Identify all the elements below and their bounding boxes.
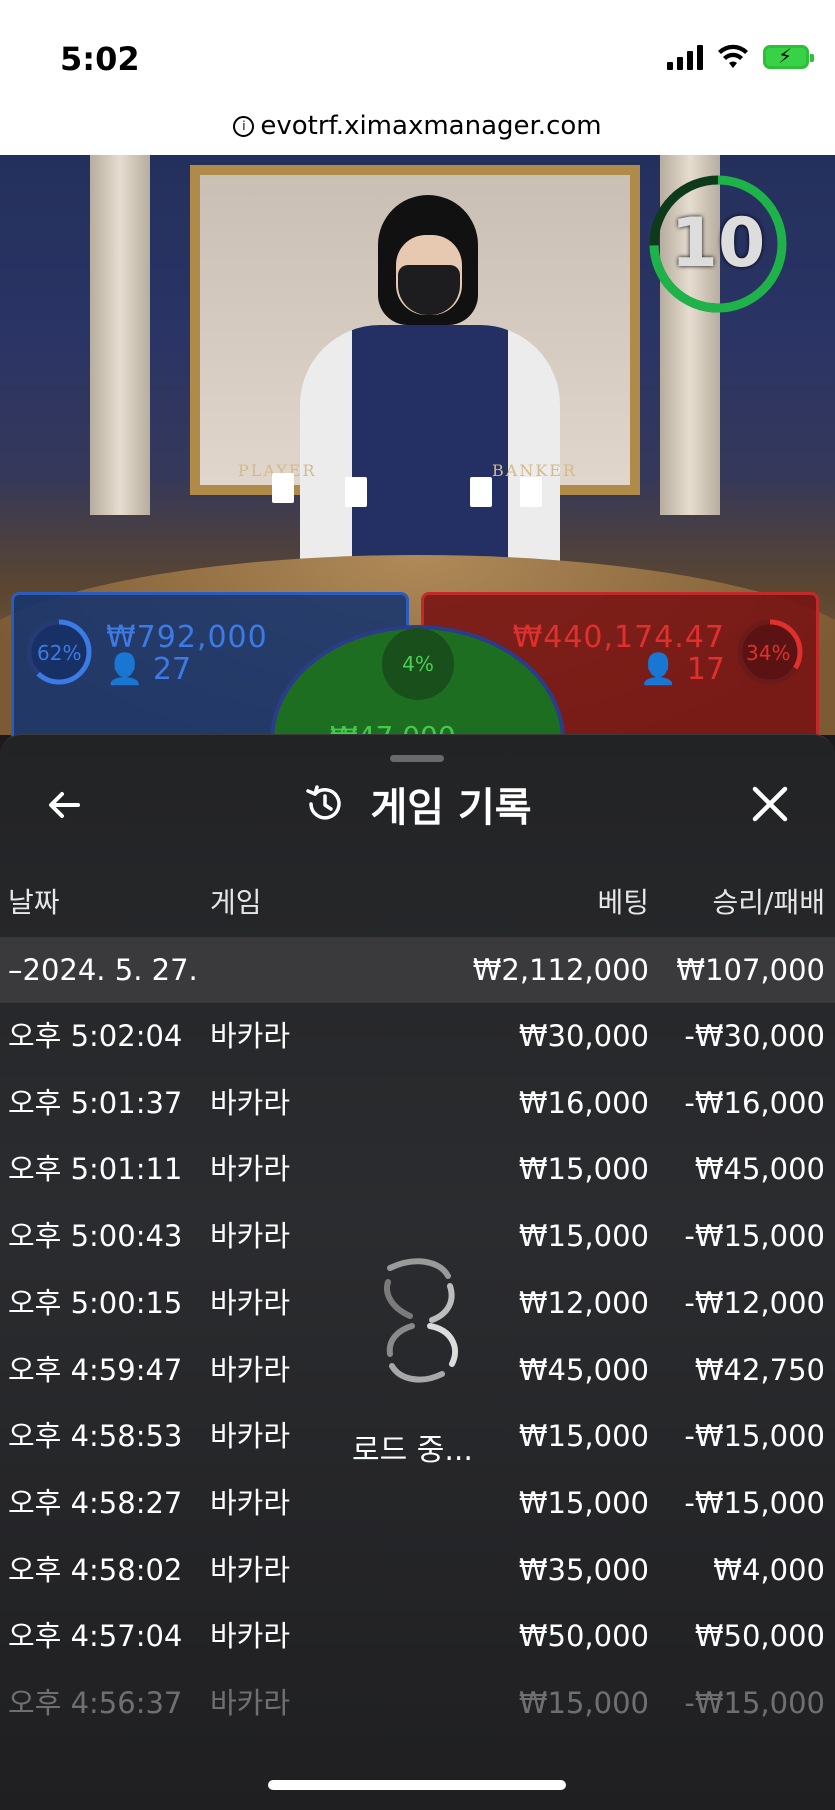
row-bet: ₩30,000 — [518, 1019, 649, 1053]
status-bar: 5:02 ⚡ — [0, 0, 835, 100]
playing-card — [520, 477, 542, 507]
row-game: 바카라 — [210, 1686, 291, 1720]
row-result: -₩15,000 — [684, 1686, 825, 1720]
playing-card — [345, 477, 367, 507]
history-row[interactable]: 오후 4:56:37 바카라 ₩15,000 -₩15,000 — [0, 1670, 835, 1736]
row-time: 오후 5:01:11 — [8, 1152, 183, 1187]
url-text: evotrf.ximaxmanager.com — [260, 111, 602, 141]
row-bet: ₩50,000 — [518, 1619, 649, 1654]
row-bet: ₩35,000 — [518, 1552, 649, 1587]
history-row[interactable]: 오후 4:58:27 바카라 ₩15,000 -₩15,000 — [0, 1470, 835, 1536]
row-game: 바카라 — [210, 1352, 291, 1387]
row-bet: ₩15,000 — [518, 1219, 649, 1254]
player-percent: 62% — [37, 641, 82, 665]
row-game: 바카라 — [210, 1219, 291, 1254]
countdown-number: 10 — [670, 204, 766, 283]
info-icon: i — [233, 116, 255, 137]
row-game: 바카라 — [210, 1085, 291, 1120]
row-result: -₩15,000 — [684, 1219, 825, 1254]
game-history-sheet: 게임 기록 날짜 게임 베팅 승리/패배 –2024. 5. 27. ₩2,11… — [0, 734, 835, 1810]
banker-percent: 34% — [746, 641, 791, 665]
row-time: 오후 4:58:53 — [8, 1419, 183, 1454]
history-row[interactable]: 오후 4:58:02 바카라 ₩35,000 ₩4,000 — [0, 1537, 835, 1603]
row-game: 바카라 — [210, 1552, 291, 1587]
close-button[interactable] — [742, 775, 798, 831]
playing-card — [470, 477, 492, 507]
row-result: -₩16,000 — [684, 1085, 825, 1120]
row-result: -₩30,000 — [684, 1019, 825, 1053]
row-result: ₩4,000 — [713, 1552, 825, 1587]
url-bar[interactable]: i evotrf.ximaxmanager.com — [0, 100, 835, 155]
signal-icon — [667, 44, 703, 70]
row-time: 오후 4:58:27 — [8, 1485, 183, 1520]
history-row[interactable]: 오후 5:01:37 바카라 ₩16,000 -₩16,000 — [0, 1070, 835, 1136]
history-icon — [306, 785, 342, 820]
history-row[interactable]: 오후 5:02:04 바카라 ₩30,000 -₩30,000 — [0, 1003, 835, 1069]
row-game: 바카라 — [210, 1419, 291, 1454]
date-group-result-total: ₩107,000 — [676, 953, 825, 987]
row-result: -₩15,000 — [684, 1485, 825, 1520]
column-header-date: 날짜 — [8, 886, 60, 919]
row-bet: ₩15,000 — [518, 1485, 649, 1520]
playing-card — [272, 473, 294, 503]
banker-count-value: 17 — [686, 652, 725, 687]
battery-icon: ⚡ — [763, 44, 814, 69]
row-time: 오후 4:56:37 — [8, 1686, 183, 1720]
row-game: 바카라 — [210, 1619, 291, 1654]
sheet-grabber[interactable] — [390, 755, 444, 762]
row-game: 바카라 — [210, 1019, 291, 1053]
tie-percent: 4% — [402, 652, 434, 676]
sheet-header: 게임 기록 — [0, 775, 835, 835]
close-icon — [752, 786, 788, 821]
row-time: 오후 5:01:37 — [8, 1085, 183, 1120]
row-bet: ₩16,000 — [518, 1085, 649, 1120]
row-result: -₩15,000 — [684, 1419, 825, 1454]
player-count-value: 27 — [152, 652, 192, 687]
history-row[interactable]: 오후 5:01:11 바카라 ₩15,000 ₩45,000 — [0, 1136, 835, 1202]
row-time: 오후 5:00:43 — [8, 1219, 183, 1254]
row-game: 바카라 — [210, 1485, 291, 1520]
dealer-body — [300, 325, 560, 565]
row-bet: ₩15,000 — [518, 1419, 649, 1454]
status-icons: ⚡ — [667, 44, 814, 70]
row-result: ₩42,750 — [694, 1352, 825, 1387]
status-time: 5:02 — [60, 40, 140, 78]
date-group-row[interactable]: –2024. 5. 27. ₩2,112,000 ₩107,000 — [0, 937, 835, 1003]
column-header-game: 게임 — [210, 886, 262, 919]
row-bet: ₩15,000 — [518, 1686, 649, 1720]
row-result: ₩50,000 — [694, 1619, 825, 1654]
person-icon: 👤 — [106, 652, 144, 687]
history-row[interactable]: 오후 4:57:04 바카라 ₩50,000 ₩50,000 — [0, 1603, 835, 1669]
home-indicator[interactable] — [268, 1780, 566, 1790]
date-group-label: –2024. 5. 27. — [8, 953, 198, 987]
row-bet: ₩12,000 — [518, 1285, 649, 1320]
pillar-left — [90, 155, 150, 515]
row-bet: ₩15,000 — [518, 1152, 649, 1187]
row-time: 오후 5:02:04 — [8, 1019, 183, 1053]
player-bet-total: ₩792,000 — [106, 620, 268, 655]
loading-text: 로드 중... — [352, 1433, 473, 1468]
column-header-bet: 베팅 — [597, 886, 649, 919]
banker-bettor-count: 👤 17 — [640, 652, 725, 687]
row-time: 오후 5:00:15 — [8, 1285, 183, 1320]
row-game: 바카라 — [210, 1152, 291, 1187]
row-time: 오후 4:57:04 — [8, 1619, 183, 1654]
person-icon: 👤 — [639, 652, 678, 687]
row-result: -₩12,000 — [684, 1285, 825, 1320]
row-time: 오후 4:59:47 — [8, 1352, 183, 1387]
row-result: ₩45,000 — [694, 1152, 825, 1187]
row-bet: ₩45,000 — [518, 1352, 649, 1387]
date-group-bet-total: ₩2,112,000 — [472, 953, 649, 987]
row-game: 바카라 — [210, 1285, 291, 1320]
banker-bet-total: ₩440,174.47 — [512, 620, 725, 655]
row-time: 오후 4:58:02 — [8, 1552, 183, 1587]
wifi-icon — [718, 44, 748, 68]
sheet-title: 게임 기록 — [370, 785, 532, 831]
player-bettor-count: 👤 27 — [106, 652, 191, 687]
spinner-icon — [384, 1258, 459, 1383]
column-header-result: 승리/패배 — [712, 886, 825, 919]
